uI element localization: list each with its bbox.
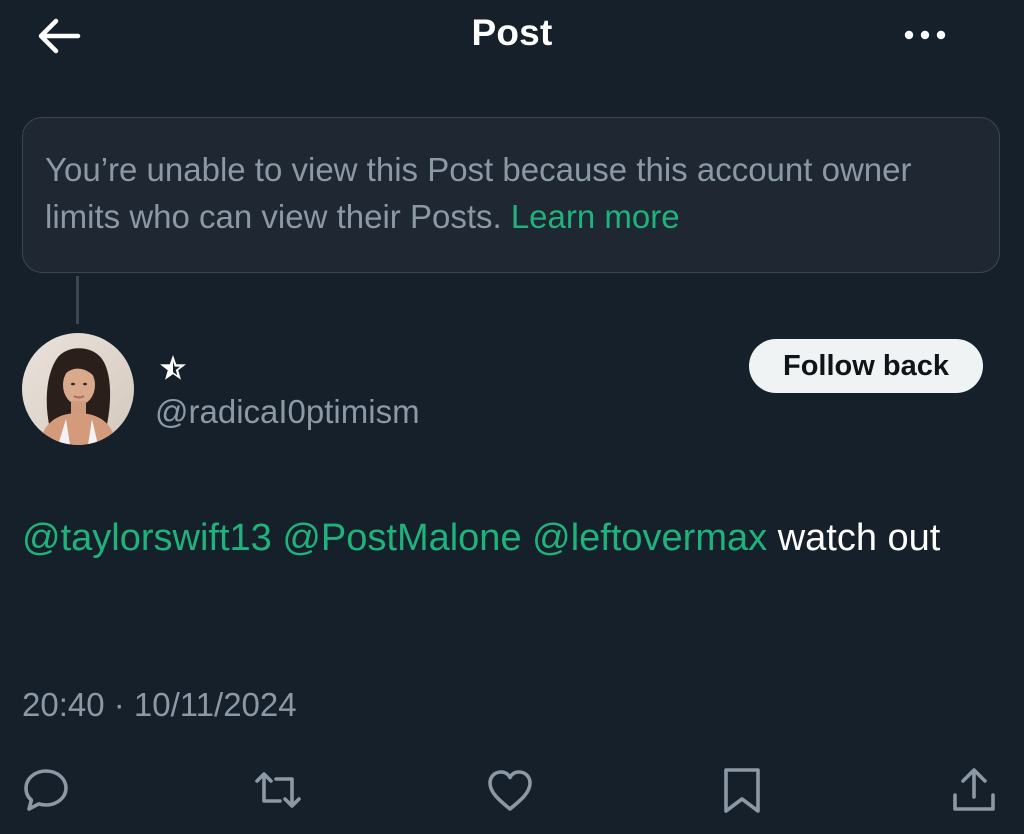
follow-back-button[interactable]: Follow back [749,339,983,393]
repost-button[interactable] [253,765,303,815]
mention-link[interactable]: @PostMalone [282,517,521,559]
more-options-button[interactable] [896,18,956,52]
like-icon [488,770,532,811]
display-name[interactable] [157,352,189,384]
thread-connector-line [76,276,79,324]
post-body-text: watch out [777,517,941,559]
post-text: @taylorswift13 @PostMalone @leftovermax … [22,510,1012,567]
more-horizontal-icon [904,30,946,40]
avatar[interactable] [22,333,134,445]
like-button[interactable] [485,765,535,815]
star-outline-icon [160,355,186,380]
mention-link[interactable]: @leftovermax [532,517,767,559]
notice-text: You’re unable to view this Post because … [45,151,912,235]
mention-link[interactable]: @taylorswift13 [22,517,272,559]
post-page: Post You’re unable to view this Post bec… [0,0,1024,834]
user-handle[interactable]: @radicaI0ptimism [155,393,420,431]
reply-icon [24,769,68,811]
page-title: Post [471,12,553,53]
bookmark-button[interactable] [717,765,767,815]
profile-photo [22,333,134,445]
learn-more-link[interactable]: Learn more [511,198,680,235]
header-bar: Post [0,0,1024,72]
share-button[interactable] [949,765,999,815]
restricted-post-notice: You’re unable to view this Post because … [22,117,1000,273]
bookmark-icon [724,768,760,813]
post-timestamp: 20:40 · 10/11/2024 [22,686,297,723]
share-icon [953,768,995,811]
repost-icon [255,772,301,808]
reply-button[interactable] [21,765,71,815]
